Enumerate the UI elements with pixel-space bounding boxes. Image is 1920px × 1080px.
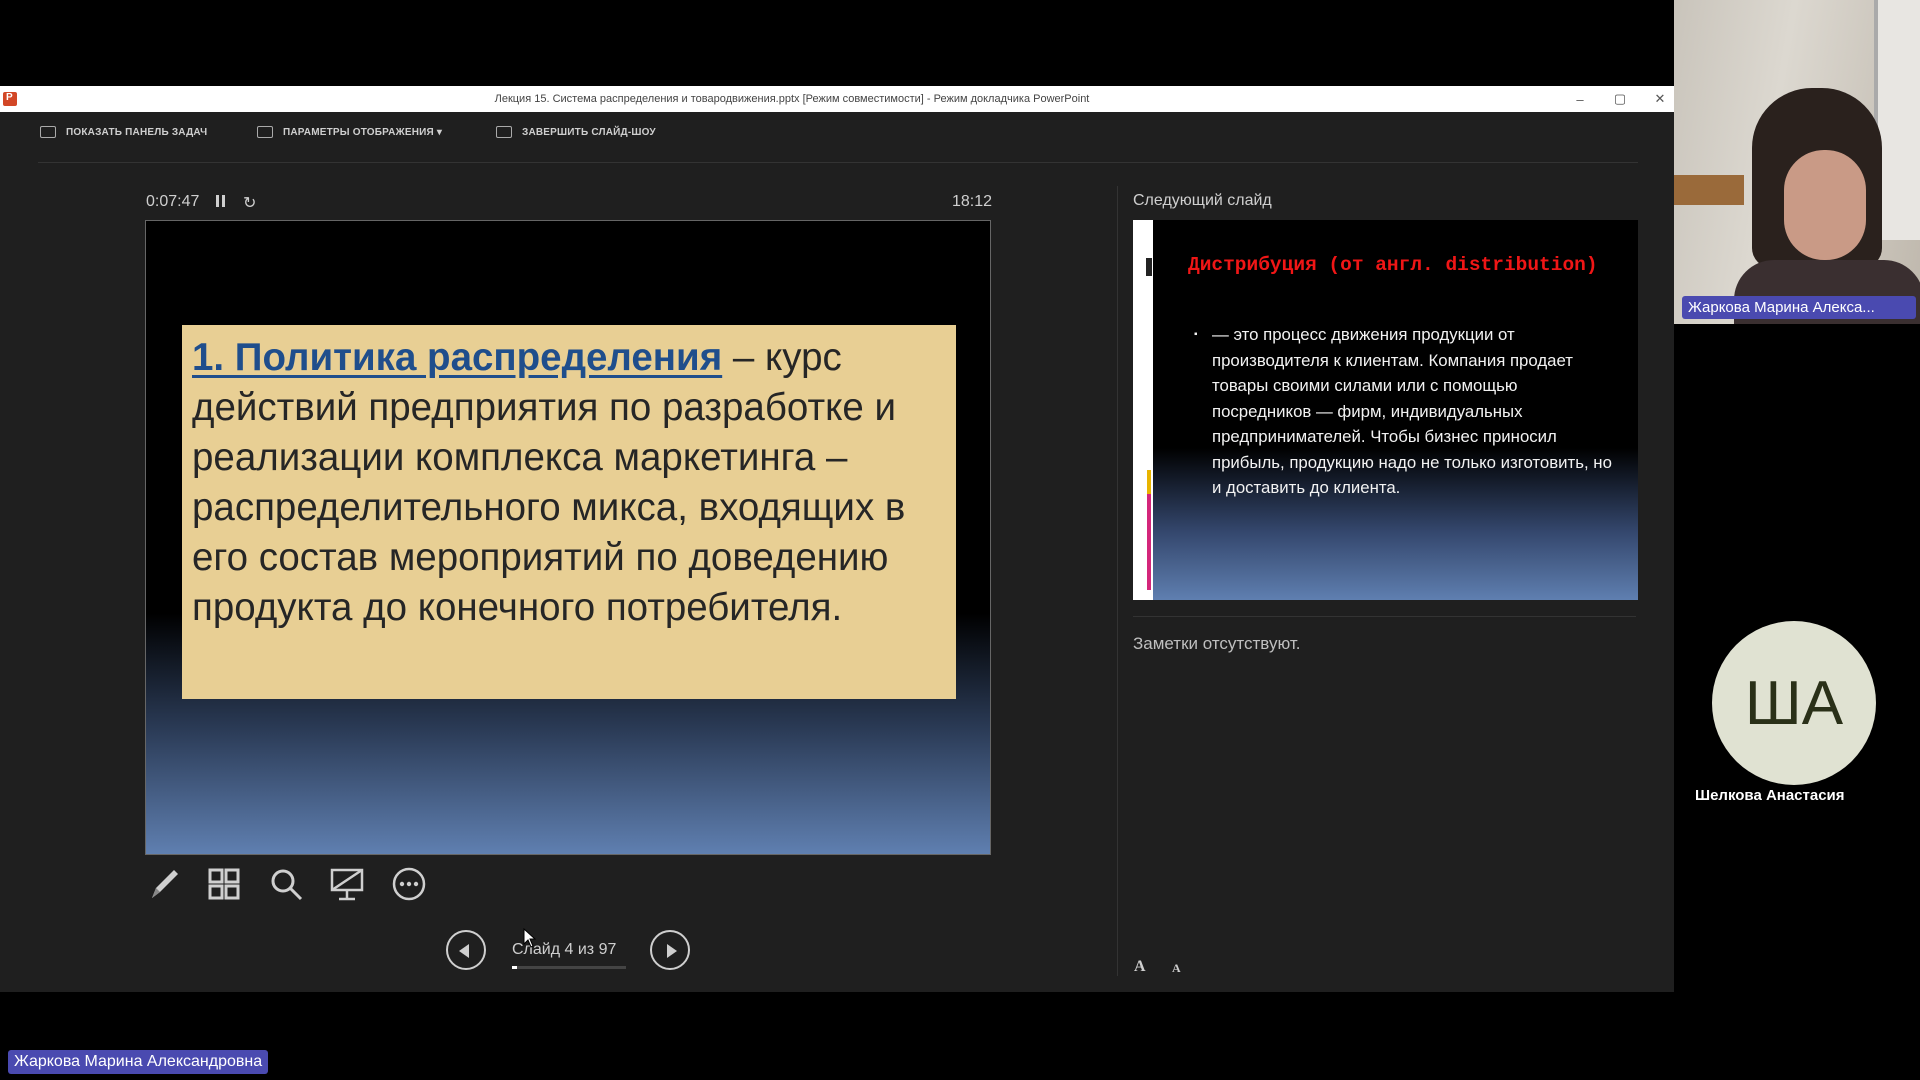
next-slide-bullet: — это процесс движения продукции от прои… (1194, 322, 1612, 501)
pause-icon[interactable] (216, 195, 225, 207)
screen-icon[interactable] (327, 864, 367, 904)
next-slide-preview[interactable]: Дистрибуция (от англ. distribution) — эт… (1133, 220, 1638, 600)
more-icon[interactable] (389, 864, 429, 904)
current-time: 18:12 (952, 193, 993, 210)
toolbar-divider (38, 162, 1638, 163)
display-settings-icon (257, 126, 273, 138)
notes-divider (1133, 616, 1636, 617)
end-slideshow-icon (496, 126, 512, 138)
slide-heading: 1. Политика распределения (192, 336, 723, 379)
elapsed-timer: 0:07:47 (146, 193, 200, 210)
slide-progress-bar (512, 966, 626, 969)
participant-video (1674, 0, 1920, 324)
slide-decor-mark (1146, 258, 1152, 276)
decrease-font-button[interactable]: A (1172, 961, 1181, 976)
display-settings-label: ПАРАМЕТРЫ ОТОБРАЖЕНИЯ ▾ (283, 126, 443, 138)
grid-icon[interactable] (204, 864, 244, 904)
show-taskbar-label: ПОКАЗАТЬ ПАНЕЛЬ ЗАДАЧ (66, 126, 208, 138)
increase-font-button[interactable]: A (1134, 958, 1146, 976)
next-slide-button[interactable] (650, 930, 690, 970)
speaker-notes[interactable]: Заметки отсутствуют. (1133, 634, 1300, 654)
slide-body: – курс действий предприятия по разработк… (192, 336, 906, 629)
maximize-button[interactable]: ▢ (1600, 86, 1640, 112)
minimize-button[interactable]: – (1560, 86, 1600, 112)
next-slide-label: Следующий слайд (1133, 192, 1272, 209)
speaker-name-badge: Жаркова Марина Александровна (8, 1050, 269, 1074)
end-slideshow-button[interactable]: ЗАВЕРШИТЬ СЛАЙД-ШОУ (496, 126, 656, 138)
previous-slide-button[interactable] (446, 930, 486, 970)
pen-icon[interactable] (144, 864, 184, 904)
title-bar: Лекция 15. Система распределения и товар… (0, 86, 1674, 112)
slide-decor-bar (1147, 470, 1151, 590)
zoom-icon[interactable] (266, 864, 306, 904)
show-taskbar-button[interactable]: ПОКАЗАТЬ ПАНЕЛЬ ЗАДАЧ (40, 126, 207, 138)
display-settings-button[interactable]: ПАРАМЕТРЫ ОТОБРАЖЕНИЯ ▾ (257, 126, 442, 138)
participant-avatar: ША (1712, 621, 1876, 785)
video-person-face (1784, 150, 1866, 260)
end-slideshow-label: ЗАВЕРШИТЬ СЛАЙД-ШОУ (522, 126, 656, 138)
next-slide-title: Дистрибуция (от англ. distribution) (1188, 254, 1598, 276)
current-slide[interactable]: 1. Политика распределения – курс действи… (145, 220, 991, 855)
participant-video-name: Жаркова Марина Алекса... (1682, 296, 1916, 319)
slide-progress-fill (512, 966, 517, 969)
pane-divider (1117, 186, 1118, 976)
participant-avatar-name: Шелкова Анастасия (1695, 787, 1845, 804)
taskbar-icon (40, 126, 56, 138)
video-background (1674, 175, 1744, 205)
reset-timer-icon[interactable]: ↻ (243, 193, 256, 213)
window-title: Лекция 15. Система распределения и товар… (494, 93, 1090, 105)
slide-text-box: 1. Политика распределения – курс действи… (182, 325, 956, 699)
presenter-toolbar: ПОКАЗАТЬ ПАНЕЛЬ ЗАДАЧ ПАРАМЕТРЫ ОТОБРАЖЕ… (0, 112, 1674, 156)
